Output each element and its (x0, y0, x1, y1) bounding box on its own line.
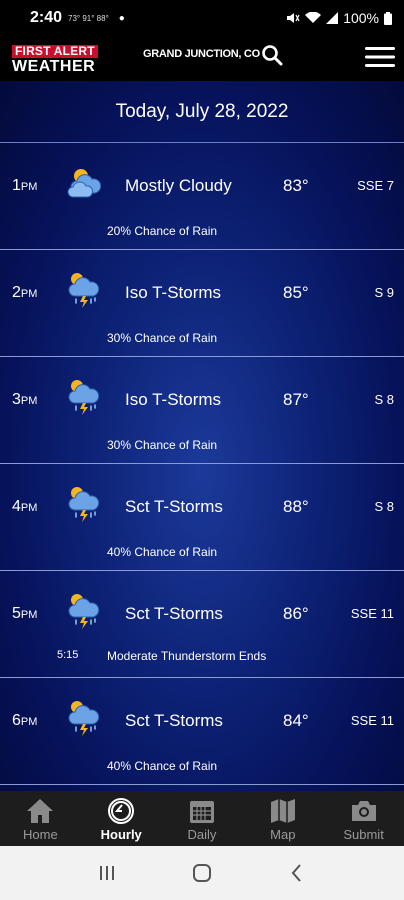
event-time: 5:15 (57, 649, 79, 661)
temperature: 85° (283, 283, 309, 302)
condition-text: Sct T-Storms (125, 711, 223, 730)
rain-chance: 20% Chance of Rain (107, 224, 218, 238)
wind: SSE 11 (350, 713, 394, 728)
mute-icon (287, 13, 300, 23)
temperature: 84° (283, 711, 309, 730)
tab-map[interactable]: Map (242, 791, 323, 846)
hamburger-menu-icon[interactable] (364, 44, 396, 70)
wind: S 9 (374, 285, 394, 300)
calendar-icon (189, 801, 214, 823)
tab-label: Home (23, 827, 58, 842)
notification-dot-icon: ● (118, 12, 125, 24)
temperature: 88° (283, 497, 309, 516)
temperature: 86° (283, 604, 309, 623)
tab-daily[interactable]: Daily (162, 791, 243, 846)
bottom-tab-bar: Home Hourly Daily Map Submit (0, 791, 404, 846)
temperature: 83° (283, 176, 309, 195)
clock-icon (108, 798, 135, 824)
battery-icon (384, 11, 392, 25)
app-header: FIRST ALERT WEATHER GRAND JUNCTION, CO (0, 36, 404, 81)
map-icon (270, 799, 295, 823)
location-label[interactable]: GRAND JUNCTION, CO (143, 48, 260, 60)
thunderstorm-icon (68, 701, 100, 736)
wifi-icon (305, 12, 322, 23)
hour-label: 3PM (12, 391, 38, 408)
hour-label: 4PM (12, 498, 38, 515)
tab-label: Hourly (100, 827, 142, 842)
hourly-row[interactable]: 5PM Sct T-Storms 86° SSE 11 5:15 Moderat… (0, 571, 404, 678)
signal-icon (326, 12, 339, 24)
wind: S 8 (374, 392, 394, 407)
thunderstorm-icon (68, 273, 100, 308)
condition-text: Sct T-Storms (125, 604, 223, 623)
hourly-row[interactable]: 6PM Sct T-Storms 84° SSE 11 40% Chance o… (0, 678, 404, 785)
hourly-row[interactable]: 3PM Iso T-Storms 87° S 8 30% Chance of R… (0, 357, 404, 464)
condition-text: Mostly Cloudy (125, 176, 232, 195)
condition-text: Iso T-Storms (125, 390, 222, 409)
hourly-forecast-list[interactable]: Today, July 28, 2022 1PM Mostly Cloudy 8… (0, 81, 404, 791)
back-icon[interactable] (286, 862, 308, 884)
rain-chance: 40% Chance of Rain (107, 545, 218, 559)
recent-apps-icon[interactable] (96, 862, 118, 884)
hourly-row[interactable]: 1PM Mostly Cloudy 83° SSE 7 20% Chance o… (0, 143, 404, 250)
thunderstorm-icon (68, 487, 100, 522)
hourly-row[interactable]: 4PM Sct T-Storms 88° S 8 40% Chance of R… (0, 464, 404, 571)
hourly-row[interactable]: 2PM Iso T-Storms 85° S 9 30% Chance of R… (0, 250, 404, 357)
thunderstorm-icon (68, 594, 100, 629)
event-text: Moderate Thunderstorm Ends (107, 649, 267, 663)
home-icon (27, 799, 54, 823)
battery-percent: 100% (343, 10, 379, 26)
logo-weather: WEATHER (12, 57, 96, 75)
temperature: 87° (283, 390, 309, 409)
tab-submit[interactable]: Submit (323, 791, 404, 846)
logo-first-alert: FIRST ALERT (12, 44, 98, 58)
wind: SSE 11 (350, 606, 394, 621)
rain-chance: 40% Chance of Rain (107, 759, 218, 773)
rain-chance: 30% Chance of Rain (107, 438, 218, 452)
rain-chance: 30% Chance of Rain (107, 331, 218, 345)
hour-label: 5PM (12, 605, 38, 622)
thunderstorm-icon (68, 380, 100, 415)
status-bar: 2:40 73° 91° 88° ● 100% (0, 0, 404, 36)
home-button-icon[interactable] (191, 862, 213, 884)
condition-text: Sct T-Storms (125, 497, 223, 516)
search-icon[interactable] (260, 43, 284, 67)
status-time: 2:40 (30, 9, 63, 26)
tab-label: Map (270, 827, 296, 842)
wind: SSE 7 (357, 178, 394, 193)
hour-label: 6PM (12, 712, 38, 729)
tab-label: Daily (187, 827, 217, 842)
date-header: Today, July 28, 2022 (0, 81, 404, 143)
tab-hourly[interactable]: Hourly (81, 791, 162, 846)
hour-label: 1PM (12, 177, 38, 194)
first-alert-weather-logo[interactable]: FIRST ALERT WEATHER (12, 44, 102, 75)
tab-home[interactable]: Home (0, 791, 81, 846)
wind: S 8 (374, 499, 394, 514)
system-nav-bar (0, 846, 404, 900)
hour-label: 2PM (12, 284, 38, 301)
status-temps: 73° 91° 88° (68, 13, 109, 23)
tab-label: Submit (343, 827, 384, 842)
mostly-cloudy-icon (67, 169, 102, 198)
condition-text: Iso T-Storms (125, 283, 222, 302)
camera-icon (351, 801, 376, 821)
